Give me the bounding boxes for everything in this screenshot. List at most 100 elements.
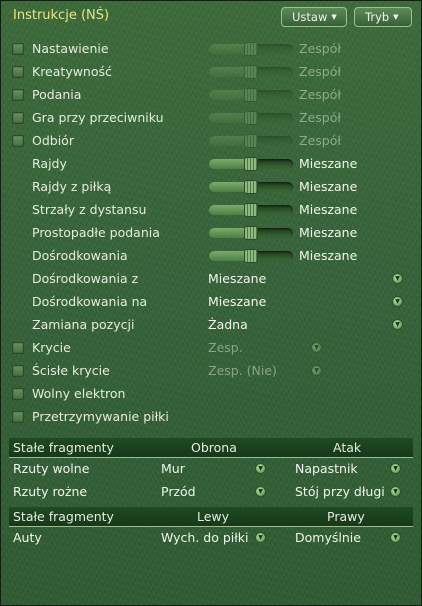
slider-row: Kreatywność Zespół	[1, 62, 421, 84]
left-column-header: Lewy	[197, 509, 230, 524]
slider-thumb[interactable]	[244, 203, 258, 217]
instruction-label: Odbiór	[32, 133, 74, 148]
chevron-down-icon[interactable]: ▼	[255, 532, 266, 543]
defense-column-header: Obrona	[191, 440, 237, 455]
chevron-down-icon[interactable]: ▼	[255, 463, 266, 474]
instruction-slider[interactable]	[209, 226, 293, 240]
instruction-label: Strzały z dystansu	[32, 202, 147, 217]
slider-row: Rajdy Mieszane	[1, 154, 421, 176]
instruction-checkbox[interactable]	[12, 112, 24, 124]
title-bar: Instrukcje (NŚ) Ustaw ▼ Tryb ▼	[1, 1, 421, 33]
instruction-slider[interactable]	[209, 249, 293, 263]
instructions-panel: Instrukcje (NŚ) Ustaw ▼ Tryb ▼ Nastawienie…	[0, 0, 422, 606]
instruction-select[interactable]: Żadna	[208, 317, 248, 332]
instruction-checkbox[interactable]	[12, 411, 24, 423]
dropdown-row: Dośrodkowania z Mieszane ▼	[1, 269, 421, 291]
slider-thumb[interactable]	[244, 226, 258, 240]
chevron-down-icon[interactable]: ▼	[392, 296, 403, 307]
slider-row: Rajdy z piłką Mieszane	[1, 177, 421, 199]
chevron-down-icon: ▼	[331, 13, 337, 21]
instruction-label: Gra przy przeciwniku	[32, 110, 164, 125]
instruction-label: Rajdy	[32, 156, 67, 171]
instruction-checkbox[interactable]	[12, 135, 24, 147]
slider-row: Strzały z dystansu Mieszane	[1, 200, 421, 222]
slider-thumb[interactable]	[244, 180, 258, 194]
instruction-select[interactable]: Mieszane	[208, 294, 266, 309]
dropdown-row: Dośrodkowania na Mieszane ▼	[1, 292, 421, 314]
instruction-label: Ścisłe krycie	[32, 363, 110, 378]
instruction-label: Dośrodkowania na	[32, 294, 148, 309]
instruction-label: Prostopadłe podania	[32, 225, 160, 240]
free-kicks-row: Rzuty wolne Mur ▼ Napastnik ▼	[1, 459, 421, 481]
chevron-down-icon[interactable]: ▼	[392, 319, 403, 330]
slider-thumb	[244, 42, 258, 56]
instruction-select[interactable]: Mieszane	[208, 271, 266, 286]
throw-ins-label: Auty	[13, 530, 42, 545]
corners-defense-select[interactable]: Przód	[161, 484, 196, 499]
instruction-slider[interactable]	[209, 203, 293, 217]
slider-thumb	[244, 65, 258, 79]
chevron-down-icon[interactable]: ▼	[255, 486, 266, 497]
instruction-label: Przetrzymywanie piłki	[32, 409, 169, 424]
free-kicks-defense-select[interactable]: Mur	[161, 461, 185, 476]
set-pieces-header-label: Stałe fragmenty	[13, 440, 114, 455]
set-pieces-header: Stałe fragmenty Obrona Atak	[9, 438, 413, 458]
instruction-label: Kreatywność	[32, 64, 112, 79]
instruction-slider	[209, 134, 293, 148]
checkbox-dropdown-row: Ścisłe krycie Zesp. (Nie) ▼	[1, 361, 421, 383]
dropdown-row: Zamiana pozycji Żadna ▼	[1, 315, 421, 337]
chevron-down-icon[interactable]: ▼	[390, 486, 401, 497]
corners-row: Rzuty rożne Przód ▼ Stój przy długi ▼	[1, 482, 421, 504]
instruction-slider	[209, 111, 293, 125]
instruction-checkbox[interactable]	[12, 342, 24, 354]
slider-value: Zespół	[299, 64, 341, 79]
chevron-down-icon[interactable]: ▼	[390, 463, 401, 474]
instruction-label: Podania	[32, 87, 82, 102]
throw-ins-left-select[interactable]: Wych. do piłki	[161, 530, 249, 545]
instruction-checkbox[interactable]	[12, 89, 24, 101]
corners-label: Rzuty rożne	[13, 484, 88, 499]
instruction-slider[interactable]	[209, 157, 293, 171]
chevron-down-icon: ▼	[393, 13, 399, 21]
instruction-checkbox[interactable]	[12, 43, 24, 55]
chevron-down-icon: ▼	[311, 365, 322, 376]
throw-ins-right-select[interactable]: Domyślnie	[295, 530, 361, 545]
chevron-down-icon[interactable]: ▼	[390, 532, 401, 543]
checkbox-dropdown-row: Krycie Zesp. ▼	[1, 338, 421, 360]
set-button[interactable]: Ustaw ▼	[281, 7, 347, 27]
slider-value: Zespół	[299, 41, 341, 56]
instruction-select: Zesp. (Nie)	[208, 363, 277, 378]
slider-thumb	[244, 134, 258, 148]
slider-value: Zespół	[299, 110, 341, 125]
instruction-select: Zesp.	[208, 340, 243, 355]
checkbox-row: Przetrzymywanie piłki	[1, 407, 421, 429]
instruction-slider[interactable]	[209, 180, 293, 194]
instruction-label: Dośrodkowania z	[32, 271, 139, 286]
chevron-down-icon[interactable]: ▼	[392, 273, 403, 284]
slider-row: Nastawienie Zespół	[1, 39, 421, 61]
right-column-header: Prawy	[327, 509, 365, 524]
attack-column-header: Atak	[333, 440, 362, 455]
slider-thumb	[244, 111, 258, 125]
instruction-checkbox[interactable]	[12, 365, 24, 377]
instruction-checkbox[interactable]	[12, 388, 24, 400]
mode-button[interactable]: Tryb ▼	[354, 7, 412, 27]
instruction-checkbox[interactable]	[12, 66, 24, 78]
instruction-label: Dośrodkowania	[32, 248, 128, 263]
slider-row: Prostopadłe podania Mieszane	[1, 223, 421, 245]
slider-row: Odbiór Zespół	[1, 131, 421, 153]
instruction-slider	[209, 88, 293, 102]
slider-thumb[interactable]	[244, 249, 258, 263]
slider-value: Zespół	[299, 87, 341, 102]
slider-thumb	[244, 88, 258, 102]
checkbox-row: Wolny elektron	[1, 384, 421, 406]
corners-attack-select[interactable]: Stój przy długi	[295, 484, 385, 499]
instruction-label: Krycie	[32, 340, 71, 355]
throw-ins-row: Auty Wych. do piłki ▼ Domyślnie ▼	[1, 528, 421, 550]
slider-value: Mieszane	[299, 202, 358, 217]
slider-thumb[interactable]	[244, 157, 258, 171]
throw-ins-header: Stałe fragmenty Lewy Prawy	[9, 507, 413, 527]
free-kicks-attack-select[interactable]: Napastnik	[295, 461, 358, 476]
chevron-down-icon: ▼	[311, 342, 322, 353]
set-button-label: Ustaw	[292, 10, 328, 24]
